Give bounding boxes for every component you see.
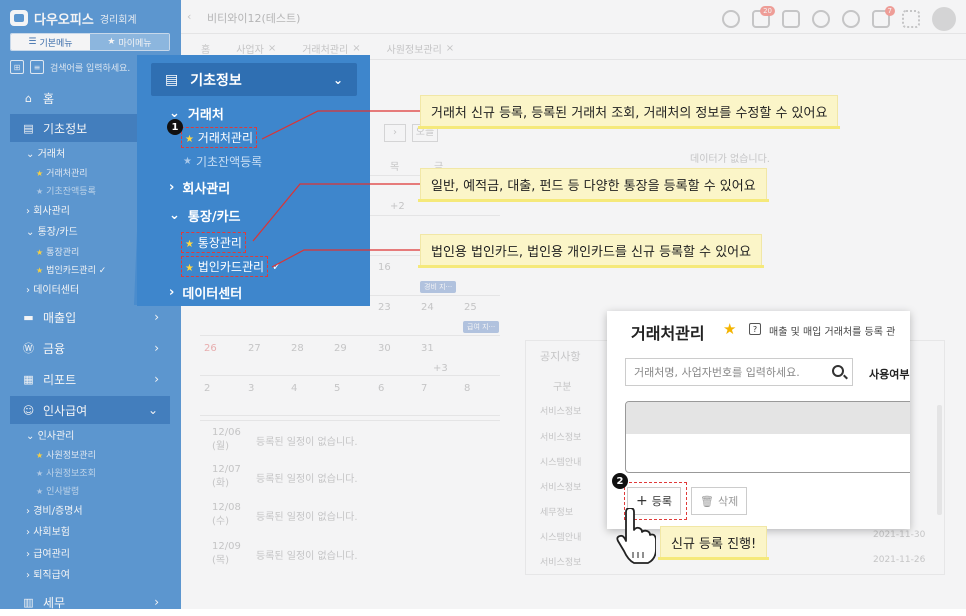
page-title: 거래처관리 xyxy=(631,324,705,343)
hand-pointer-icon xyxy=(616,508,656,564)
client-list-box xyxy=(625,401,910,473)
trash-icon: 🗑 xyxy=(700,494,714,508)
callout-bank: 일반, 예적금, 대출, 펀드 등 다양한 통장을 등록할 수 있어요 xyxy=(418,168,769,202)
client-search-input[interactable]: 거래처명, 사업자번호를 입력하세요. xyxy=(625,358,853,386)
help-icon[interactable]: ? xyxy=(749,323,761,335)
search-icon[interactable] xyxy=(832,365,844,377)
callout-client: 거래처 신규 등록, 등록된 거래처 조회, 거래처의 정보를 수정할 수 있어… xyxy=(417,95,841,129)
favorite-star-icon[interactable]: ★ xyxy=(723,320,736,338)
page-description: 매출 및 매입 거래처를 등록 관 xyxy=(769,327,896,338)
callout-add: 신규 등록 진행! xyxy=(657,526,770,560)
callout-corp-card: 법인용 법인카드, 법인용 개인카드를 신규 등록할 수 있어요 xyxy=(417,234,765,268)
usage-filter-label[interactable]: 사용여부 xyxy=(869,366,909,382)
step-number-2: 2 xyxy=(612,473,628,489)
delete-button[interactable]: 🗑 삭제 xyxy=(691,487,748,515)
